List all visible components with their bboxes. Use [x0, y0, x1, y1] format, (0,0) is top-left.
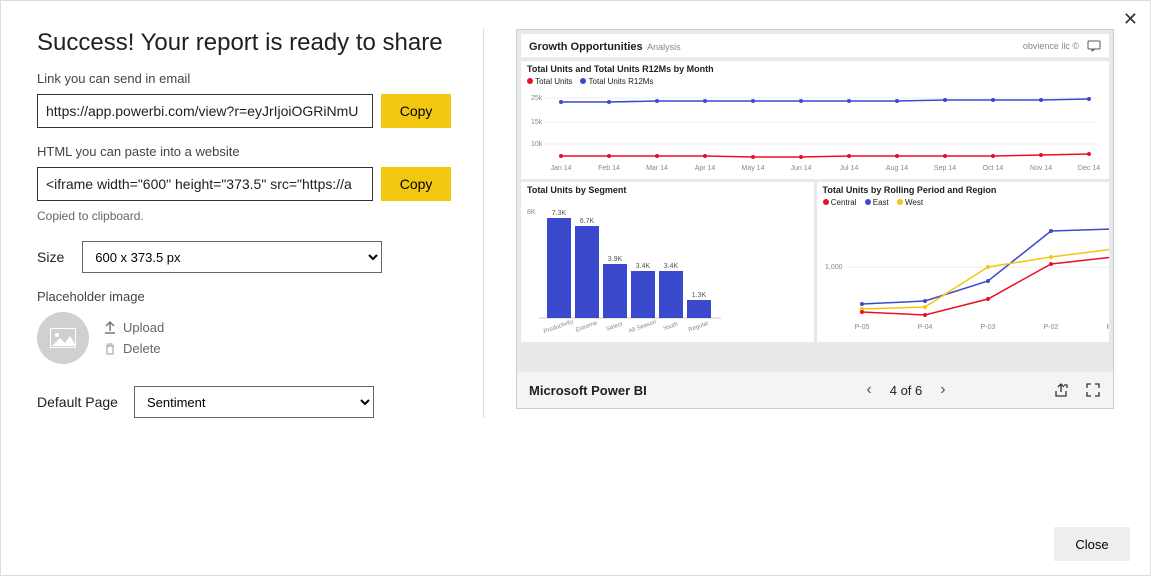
placeholder-thumb: [37, 312, 89, 364]
upload-icon: [103, 321, 117, 335]
chart-units-segment: Total Units by Segment 8K 7.3K6.7K3.9K: [521, 182, 814, 342]
svg-text:6.7K: 6.7K: [580, 218, 595, 225]
svg-text:Aug 14: Aug 14: [886, 165, 908, 172]
svg-text:7.3K: 7.3K: [552, 210, 567, 217]
default-page-label: Default Page: [37, 394, 118, 410]
svg-text:Oct 14: Oct 14: [983, 165, 1004, 172]
html-embed-input[interactable]: [37, 167, 373, 201]
svg-text:Extreme: Extreme: [575, 320, 599, 334]
default-page-select[interactable]: Sentiment: [134, 386, 374, 418]
svg-text:Productivity: Productivity: [543, 319, 574, 335]
dialog-title: Success! Your report is ready to share: [37, 29, 451, 57]
upload-button[interactable]: Upload: [103, 320, 164, 335]
copy-hint: Copied to clipboard.: [37, 209, 451, 223]
close-button[interactable]: Close: [1054, 527, 1130, 561]
comment-icon[interactable]: [1087, 40, 1101, 52]
svg-text:P-01: P-01: [1106, 324, 1109, 331]
trash-icon: [103, 342, 117, 356]
brand-text: obvience llc ©: [1023, 41, 1079, 51]
svg-text:Jan 14: Jan 14: [550, 165, 571, 172]
svg-text:Sep 14: Sep 14: [934, 165, 956, 172]
copy-link-button[interactable]: Copy: [381, 94, 451, 128]
email-link-label: Link you can send in email: [37, 71, 451, 86]
svg-text:3.4K: 3.4K: [636, 263, 651, 270]
svg-text:8K: 8K: [527, 209, 536, 216]
svg-text:P-03: P-03: [980, 324, 995, 331]
svg-text:10k: 10k: [531, 141, 543, 148]
close-icon[interactable]: ✕: [1123, 9, 1138, 30]
svg-text:25k: 25k: [531, 95, 543, 102]
copy-html-button[interactable]: Copy: [381, 167, 451, 201]
svg-text:May 14: May 14: [742, 165, 765, 172]
svg-text:Nov 14: Nov 14: [1030, 165, 1052, 172]
prev-page-button[interactable]: ‹: [862, 381, 875, 399]
svg-text:Select: Select: [606, 321, 624, 332]
svg-text:P-05: P-05: [854, 324, 869, 331]
delete-button[interactable]: Delete: [103, 341, 164, 356]
svg-text:1.3K: 1.3K: [692, 292, 707, 299]
next-page-button[interactable]: ›: [936, 381, 949, 399]
image-icon: [50, 328, 76, 348]
svg-text:1,000: 1,000: [825, 264, 843, 271]
size-label: Size: [37, 249, 64, 265]
svg-text:Jun 14: Jun 14: [790, 165, 811, 172]
placeholder-label: Placeholder image: [37, 289, 451, 304]
svg-text:Feb 14: Feb 14: [598, 165, 620, 172]
report-preview: Growth Opportunities Analysis obvience l…: [516, 29, 1114, 409]
footer-brand: Microsoft Power BI: [529, 383, 759, 398]
fullscreen-icon[interactable]: [1085, 382, 1101, 398]
chart-units-region: Total Units by Rolling Period and Region…: [817, 182, 1110, 342]
divider: [483, 29, 484, 418]
page-indicator: 4 of 6: [890, 383, 923, 398]
svg-text:Regular: Regular: [688, 321, 710, 334]
report-title: Growth Opportunities: [529, 41, 643, 53]
svg-text:3.4K: 3.4K: [664, 263, 679, 270]
svg-text:Mar 14: Mar 14: [646, 165, 668, 172]
svg-text:15k: 15k: [531, 119, 543, 126]
email-link-input[interactable]: [37, 94, 373, 128]
svg-text:3.9K: 3.9K: [608, 256, 623, 263]
svg-text:Jul 14: Jul 14: [840, 165, 859, 172]
svg-text:Youth: Youth: [663, 322, 679, 333]
html-embed-label: HTML you can paste into a website: [37, 144, 451, 159]
chart-total-units-month: Total Units and Total Units R12Ms by Mon…: [521, 61, 1109, 179]
svg-text:Apr 14: Apr 14: [695, 165, 716, 172]
share-icon[interactable]: [1053, 382, 1069, 398]
size-select[interactable]: 600 x 373.5 px: [82, 241, 382, 273]
svg-text:P-04: P-04: [917, 324, 932, 331]
svg-text:All Season: All Season: [628, 319, 657, 334]
svg-text:Dec 14: Dec 14: [1078, 165, 1100, 172]
svg-text:P-02: P-02: [1043, 324, 1058, 331]
